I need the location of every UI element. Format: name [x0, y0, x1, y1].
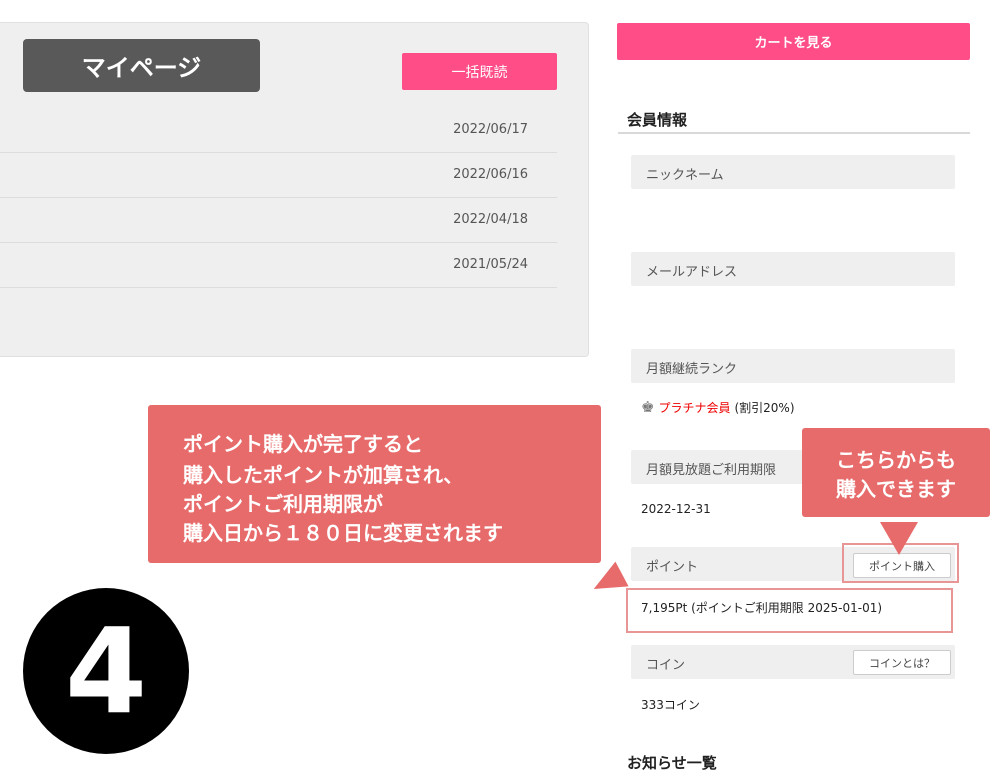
cart-button[interactable]: カートを見る: [617, 23, 970, 60]
callout-line: ポイントご利用期限が: [183, 492, 383, 516]
coins-label: コイン: [646, 658, 686, 673]
main-callout: ポイント購入が完了すると 購入したポイントが加算され、 ポイントご利用期限が 購…: [148, 405, 601, 563]
notice-date: 2022/04/18: [453, 212, 528, 227]
email-field-label: メールアドレス: [631, 252, 955, 286]
rank-discount: (割引20%): [734, 400, 795, 415]
mark-all-read-button[interactable]: 一括既読: [402, 53, 557, 90]
callout-arrow-icon: [587, 561, 629, 602]
points-label: ポイント: [646, 560, 699, 575]
rank-value: ♚ プラチナ会員 (割引20%): [641, 398, 795, 416]
notice-date: 2022/06/16: [453, 167, 528, 182]
monthly-rank-field-label: 月額継続ランク: [631, 349, 955, 383]
notice-date: 2021/05/24: [453, 257, 528, 272]
list-item[interactable]: 2021/05/24: [0, 243, 557, 288]
member-info-title: 会員情報: [627, 111, 688, 129]
notice-list: 2022/06/17 2022/06/16 2022/04/18 2021/05…: [0, 108, 557, 288]
divider: [618, 132, 970, 134]
subscription-value: 2022-12-31: [641, 502, 711, 516]
crown-icon: ♚: [641, 398, 655, 416]
callout-line: ポイント購入が完了すると: [183, 432, 423, 456]
callout-line: こちらからも: [836, 448, 956, 472]
down-arrow-icon: [880, 522, 918, 555]
subscription-label: 月額見放題ご利用期限: [646, 463, 777, 478]
callout-line: 購入できます: [836, 477, 956, 501]
rank-name: プラチナ会員: [658, 400, 731, 415]
points-highlight: [626, 588, 953, 633]
notice-date: 2022/06/17: [453, 122, 528, 137]
side-callout: こちらからも 購入できます: [802, 428, 990, 517]
nickname-field-label: ニックネーム: [631, 155, 955, 189]
list-item[interactable]: 2022/06/16: [0, 153, 557, 198]
email-label: メールアドレス: [646, 265, 738, 280]
nickname-label: ニックネーム: [646, 168, 724, 183]
coins-value: 333コイン: [641, 698, 700, 712]
callout-line: 購入したポイントが加算され、: [183, 463, 464, 487]
news-title: お知らせ一覧: [627, 754, 717, 772]
step-number-badge: 4: [23, 588, 189, 754]
callout-line: 購入日から１８０日に変更されます: [183, 521, 503, 545]
list-item[interactable]: 2022/06/17: [0, 108, 557, 153]
monthly-rank-label: 月額継続ランク: [646, 362, 738, 377]
list-item[interactable]: 2022/04/18: [0, 198, 557, 243]
coins-help-button[interactable]: コインとは？: [853, 650, 951, 675]
mypage-title: マイページ: [23, 39, 260, 92]
